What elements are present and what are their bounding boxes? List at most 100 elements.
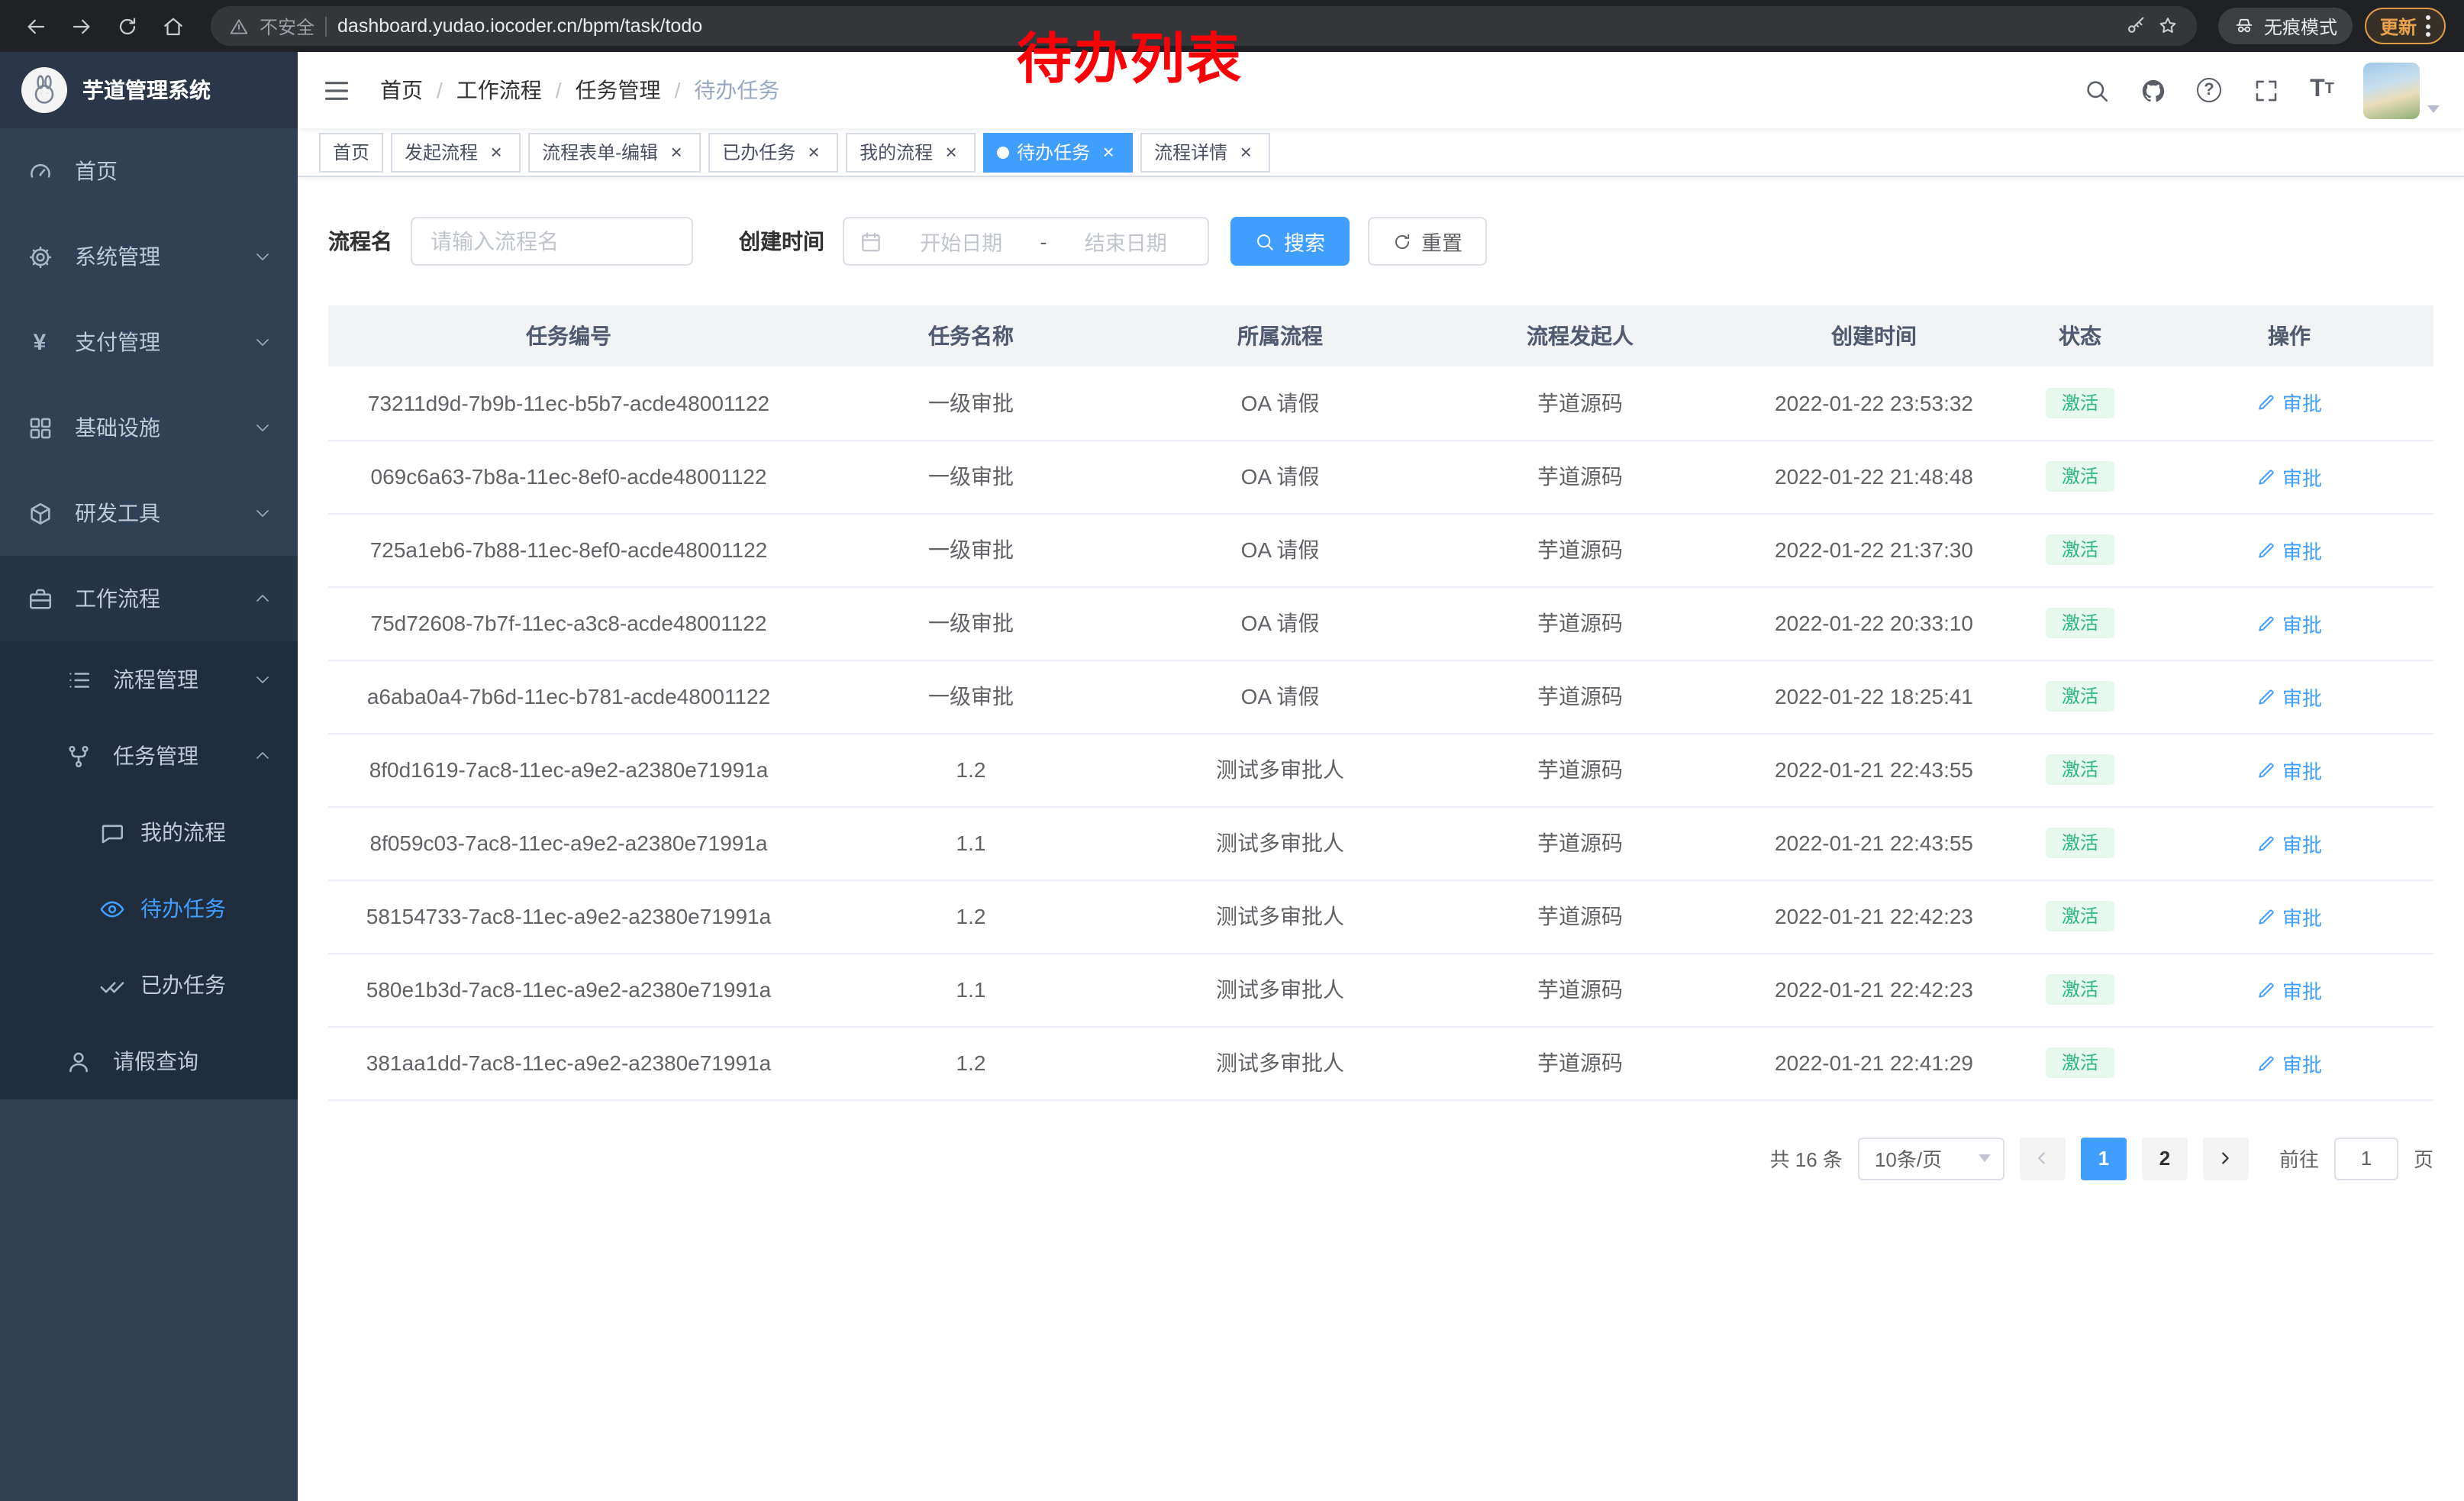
close-icon[interactable]: × <box>666 141 687 163</box>
approve-link[interactable]: 审批 <box>2256 755 2322 784</box>
fullscreen-icon[interactable] <box>2250 75 2281 105</box>
cell-action: 审批 <box>2145 880 2433 953</box>
chevron-up-icon <box>253 589 272 608</box>
prev-page-button[interactable] <box>2020 1137 2066 1180</box>
close-icon[interactable]: × <box>803 141 824 163</box>
font-size-icon[interactable]: TT <box>2307 75 2337 105</box>
next-page-button[interactable] <box>2203 1137 2249 1180</box>
search-button[interactable]: 搜索 <box>1230 217 1350 266</box>
chevron-down-icon <box>253 333 272 351</box>
search-icon[interactable] <box>2081 75 2111 105</box>
sidebar-item-devtools[interactable]: 研发工具 <box>0 470 298 556</box>
browser-reload-button[interactable] <box>110 9 144 43</box>
tab[interactable]: 首页 <box>319 132 383 172</box>
approve-link[interactable]: 审批 <box>2256 1048 2322 1077</box>
app-logo[interactable]: 芋道管理系统 <box>0 52 298 128</box>
tab[interactable]: 待办任务 × <box>983 132 1133 172</box>
list-icon <box>64 666 92 693</box>
insecure-warning-icon[interactable] <box>229 16 249 36</box>
approve-link[interactable]: 审批 <box>2256 535 2322 564</box>
sidebar-item-workflow[interactable]: 工作流程 <box>0 556 298 641</box>
table-row: 8f0d1619-7ac8-11ec-a9e2-a2380e71991a 1.2… <box>328 733 2433 806</box>
omnibox-divider <box>325 16 327 36</box>
cell-action: 审批 <box>2145 1026 2433 1099</box>
approve-link[interactable]: 审批 <box>2256 828 2322 857</box>
tab[interactable]: 流程详情 × <box>1140 132 1270 172</box>
cell-action: 审批 <box>2145 513 2433 586</box>
tab[interactable]: 我的流程 × <box>846 132 976 172</box>
end-date-placeholder[interactable]: 结束日期 <box>1059 226 1193 257</box>
approve-link[interactable]: 审批 <box>2256 902 2322 931</box>
tab[interactable]: 发起流程 × <box>391 132 521 172</box>
status-badge: 激活 <box>2046 974 2114 1005</box>
browser-menu-icon[interactable] <box>2426 15 2430 37</box>
sidebar-item-payment[interactable]: ¥ 支付管理 <box>0 299 298 385</box>
password-key-icon[interactable] <box>2125 15 2146 37</box>
tab[interactable]: 流程表单-编辑 × <box>528 132 701 172</box>
tab-label: 流程详情 <box>1154 139 1227 165</box>
sidebar-item-todo-task[interactable]: 待办任务 <box>0 870 298 947</box>
approve-link[interactable]: 审批 <box>2256 389 2322 418</box>
cell-action: 审批 <box>2145 660 2433 733</box>
cell-create-time: 2022-01-21 22:41:29 <box>1733 1026 2015 1099</box>
sidebar-item-infrastructure[interactable]: 基础设施 <box>0 385 298 470</box>
bookmark-star-icon[interactable] <box>2157 15 2179 37</box>
table-row: 75d72608-7b7f-11ec-a3c8-acde48001122 一级审… <box>328 586 2433 660</box>
tab-label: 流程表单-编辑 <box>542 139 658 165</box>
cell-task-name: 一级审批 <box>809 513 1133 586</box>
tab-label: 已办任务 <box>722 139 795 165</box>
sidebar-item-done-task[interactable]: 已办任务 <box>0 947 298 1023</box>
approve-link[interactable]: 审批 <box>2256 462 2322 491</box>
sidebar-item-task-management[interactable]: 任务管理 <box>0 718 298 794</box>
close-icon[interactable]: × <box>1098 141 1119 163</box>
chevron-down-icon <box>253 247 272 266</box>
chevron-up-icon <box>253 747 272 765</box>
goto-page-input[interactable] <box>2334 1137 2398 1180</box>
page-number-2[interactable]: 2 <box>2142 1137 2188 1180</box>
cell-initiator: 芋道源码 <box>1427 953 1733 1026</box>
process-name-input[interactable] <box>411 217 693 266</box>
sidebar-collapse-icon[interactable] <box>322 73 356 107</box>
sidebar-item-leave-query[interactable]: 请假查询 <box>0 1023 298 1099</box>
reset-button[interactable]: 重置 <box>1368 217 1487 266</box>
cell-task-id: 381aa1dd-7ac8-11ec-a9e2-a2380e71991a <box>328 1026 809 1099</box>
yen-icon: ¥ <box>26 328 53 356</box>
sidebar-item-process-management[interactable]: 流程管理 <box>0 641 298 718</box>
sidebar-item-home[interactable]: 首页 <box>0 128 298 214</box>
approve-link[interactable]: 审批 <box>2256 682 2322 711</box>
status-badge: 激活 <box>2046 388 2114 418</box>
approve-link[interactable]: 审批 <box>2256 608 2322 638</box>
help-icon[interactable]: ? <box>2194 75 2224 105</box>
page-url[interactable]: dashboard.yudao.iocoder.cn/bpm/task/todo <box>337 15 702 37</box>
avatar[interactable] <box>2363 62 2420 118</box>
create-time-range-picker[interactable]: 开始日期 - 结束日期 <box>843 217 1209 266</box>
close-icon[interactable]: × <box>1235 141 1256 163</box>
table-row: 73211d9d-7b9b-11ec-b5b7-acde48001122 一级审… <box>328 366 2433 440</box>
table-row: 069c6a63-7b8a-11ec-8ef0-acde48001122 一级审… <box>328 440 2433 513</box>
user-menu[interactable] <box>2363 62 2440 118</box>
sidebar-item-system[interactable]: 系统管理 <box>0 214 298 299</box>
browser-update-button[interactable]: 更新 <box>2365 8 2446 44</box>
browser-back-button[interactable] <box>18 9 52 43</box>
browser-forward-button[interactable] <box>64 9 98 43</box>
cell-task-name: 一级审批 <box>809 660 1133 733</box>
start-date-placeholder[interactable]: 开始日期 <box>895 226 1028 257</box>
close-icon[interactable]: × <box>485 141 507 163</box>
table-row: 8f059c03-7ac8-11ec-a9e2-a2380e71991a 1.1… <box>328 806 2433 880</box>
sidebar-item-my-process[interactable]: 我的流程 <box>0 794 298 870</box>
close-icon[interactable]: × <box>940 141 962 163</box>
cell-create-time: 2022-01-21 22:42:23 <box>1733 880 2015 953</box>
page-size-select[interactable]: 10条/页 <box>1858 1137 2004 1180</box>
tab[interactable]: 已办任务 × <box>708 132 838 172</box>
browser-home-button[interactable] <box>156 9 189 43</box>
breadcrumb-task-management[interactable]: 任务管理 <box>576 75 661 105</box>
breadcrumb-home[interactable]: 首页 <box>380 75 423 105</box>
approve-link[interactable]: 审批 <box>2256 975 2322 1004</box>
breadcrumb-workflow[interactable]: 工作流程 <box>456 75 542 105</box>
page-number-1[interactable]: 1 <box>2081 1137 2127 1180</box>
cell-status: 激活 <box>2015 660 2145 733</box>
cell-process: 测试多审批人 <box>1133 1026 1427 1099</box>
cell-task-name: 一级审批 <box>809 586 1133 660</box>
github-icon[interactable] <box>2137 75 2168 105</box>
cell-initiator: 芋道源码 <box>1427 660 1733 733</box>
